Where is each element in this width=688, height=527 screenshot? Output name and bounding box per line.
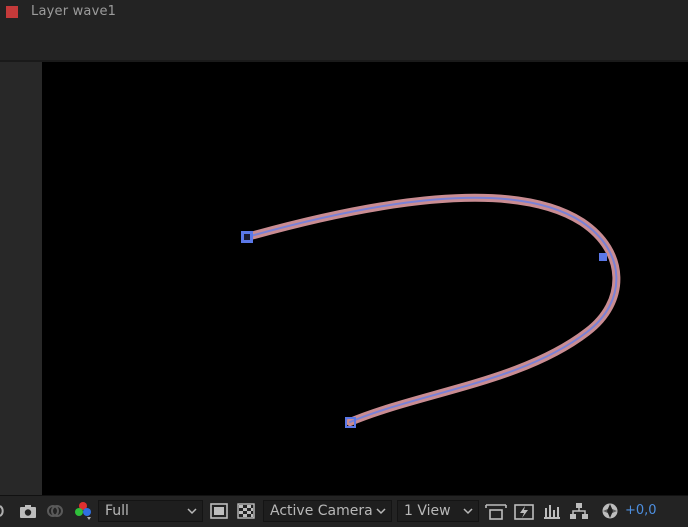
layer-panel-header: Layer wave1 [0,0,688,60]
chevron-down-icon [375,501,387,527]
region-of-interest-icon[interactable] [208,500,230,522]
fast-previews-icon[interactable] [512,500,536,522]
color-channels-icon[interactable] [72,500,94,522]
motion-path-outline [243,193,621,426]
timeline-icon[interactable] [540,500,564,522]
camera-dropdown[interactable]: Active Camera [263,500,392,522]
left-gutter [0,62,42,495]
resolution-value: Full [105,503,129,519]
resolution-dropdown[interactable]: Full [98,500,203,522]
layer-color-swatch [6,6,18,18]
view-layout-dropdown[interactable]: 1 View [397,500,479,522]
viewer-toolbar: Full Active Camera 1 View +0,0 [0,495,688,525]
show-snapshot-icon[interactable] [44,500,66,522]
camera-value: Active Camera [270,503,373,519]
toggle-pixel-aspect-icon[interactable] [484,500,508,522]
start-vertex-handle[interactable] [241,231,253,243]
layer-viewer[interactable] [42,62,688,495]
chevron-down-icon [462,501,474,527]
exposure-value[interactable]: +0,0 [625,500,657,522]
view-layout-value: 1 View [404,503,451,519]
transparency-grid-icon[interactable] [235,500,257,522]
path-canvas[interactable] [42,62,688,495]
motion-path-center [246,196,618,423]
magnification-icon[interactable] [0,500,8,522]
reset-exposure-icon[interactable] [598,500,622,522]
flowchart-icon[interactable] [567,500,591,522]
panel-title: Layer wave1 [31,4,117,19]
snapshot-camera-icon[interactable] [17,500,39,522]
chevron-down-icon [186,501,198,527]
mid-vertex-handle[interactable] [599,253,607,261]
